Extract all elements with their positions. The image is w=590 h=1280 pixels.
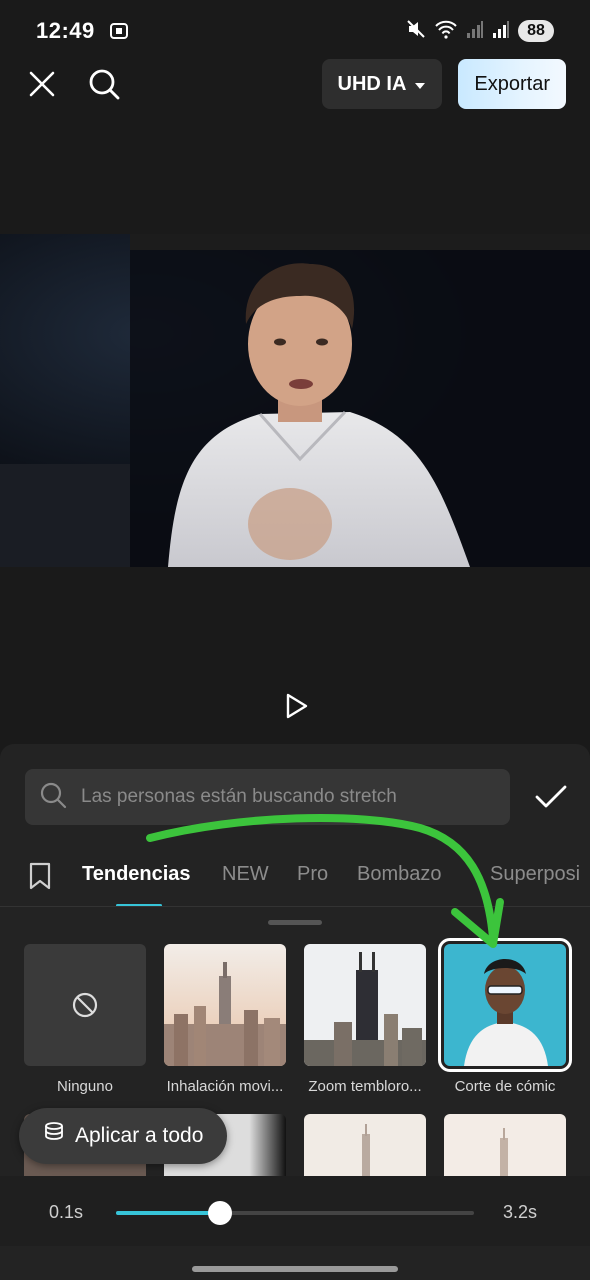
- effect-item-zoom[interactable]: Zoom temblоro...: [304, 944, 426, 1095]
- panel-grab-handle[interactable]: [268, 920, 322, 925]
- signal-icon: [492, 19, 510, 44]
- slider-fill: [116, 1211, 220, 1215]
- tab-pro[interactable]: Pro: [297, 863, 328, 886]
- confirm-check-icon[interactable]: [534, 782, 568, 812]
- effect-thumbnail: [304, 1114, 426, 1176]
- city-skyline-image: [362, 1124, 370, 1176]
- tab-bombazos[interactable]: Bombazo: [357, 863, 442, 886]
- effect-thumbnail: [24, 944, 146, 1066]
- tabs-divider: [0, 906, 590, 907]
- effect-thumbnail: [438, 938, 572, 1072]
- battery-indicator: 88: [518, 20, 554, 42]
- city-skyline-image: [500, 1128, 508, 1176]
- search-icon: [39, 781, 67, 814]
- bookmark-icon[interactable]: [28, 862, 52, 890]
- city-skyline-image: [164, 944, 286, 1066]
- effect-item-inhalacion[interactable]: Inhalación movi...: [164, 944, 286, 1095]
- effect-item-corte-de-comic[interactable]: Corte de cómic: [438, 938, 572, 1095]
- home-indicator[interactable]: [192, 1266, 398, 1272]
- effect-thumbnail: [444, 1114, 566, 1176]
- status-time: 12:49: [36, 18, 95, 43]
- mute-icon: [406, 19, 426, 44]
- export-button[interactable]: Exportar: [458, 59, 566, 109]
- wifi-icon: [434, 19, 458, 44]
- play-button[interactable]: [280, 690, 312, 722]
- search-placeholder: Las personas están buscando stretch: [81, 786, 397, 807]
- editor-top-bar: UHD IA Exportar: [0, 56, 590, 112]
- effect-label: Corte de cómic: [454, 1078, 556, 1095]
- effect-thumbnail: [164, 944, 286, 1066]
- effect-item-ninguno[interactable]: Ninguno: [24, 944, 146, 1095]
- slider-handle[interactable]: [208, 1201, 232, 1225]
- effect-label: Ninguno: [57, 1078, 113, 1095]
- dropdown-caret-icon: [414, 73, 426, 96]
- apply-to-all-label: Aplicar a todo: [75, 1124, 204, 1147]
- effect-item[interactable]: [304, 1114, 426, 1176]
- quality-selector-button[interactable]: UHD IA: [321, 59, 443, 109]
- status-icons: 88: [406, 19, 554, 44]
- play-icon: [286, 693, 308, 719]
- close-icon[interactable]: [24, 66, 60, 102]
- duration-max-label: 3.2s: [503, 1202, 538, 1222]
- effect-item[interactable]: [444, 1114, 566, 1176]
- video-frame-image: [0, 234, 590, 567]
- signal-icon: [466, 19, 484, 44]
- effects-category-tabs: Tendencias NEW Pro Bombazo Superposi: [0, 850, 590, 906]
- screen-record-icon: [109, 21, 129, 41]
- tab-new[interactable]: NEW: [222, 863, 269, 886]
- tower-image: [304, 944, 426, 1066]
- search-icon[interactable]: [86, 66, 122, 102]
- quality-label: UHD IA: [337, 72, 407, 95]
- effects-panel: Las personas están buscando stretch Tend…: [0, 744, 590, 1280]
- tab-tendencias[interactable]: Tendencias: [82, 863, 191, 886]
- person-portrait-image: [444, 944, 566, 1066]
- duration-slider[interactable]: [116, 1201, 474, 1225]
- duration-min-label: 0.1s: [49, 1202, 84, 1222]
- duration-control: 0.1s 3.2s: [0, 1176, 590, 1246]
- stack-icon: [43, 1121, 65, 1151]
- status-bar: 12:49 88: [0, 0, 590, 62]
- video-preview: [0, 234, 590, 567]
- effects-search-input[interactable]: Las personas están buscando stretch: [25, 769, 510, 825]
- none-icon: [72, 992, 98, 1018]
- effect-label: Inhalación movi...: [166, 1078, 284, 1095]
- tab-superposicion[interactable]: Superposi: [490, 863, 580, 886]
- effect-thumbnail: [304, 944, 426, 1066]
- apply-to-all-button[interactable]: Aplicar a todo: [19, 1108, 228, 1164]
- effect-label: Zoom temblоro...: [308, 1078, 422, 1095]
